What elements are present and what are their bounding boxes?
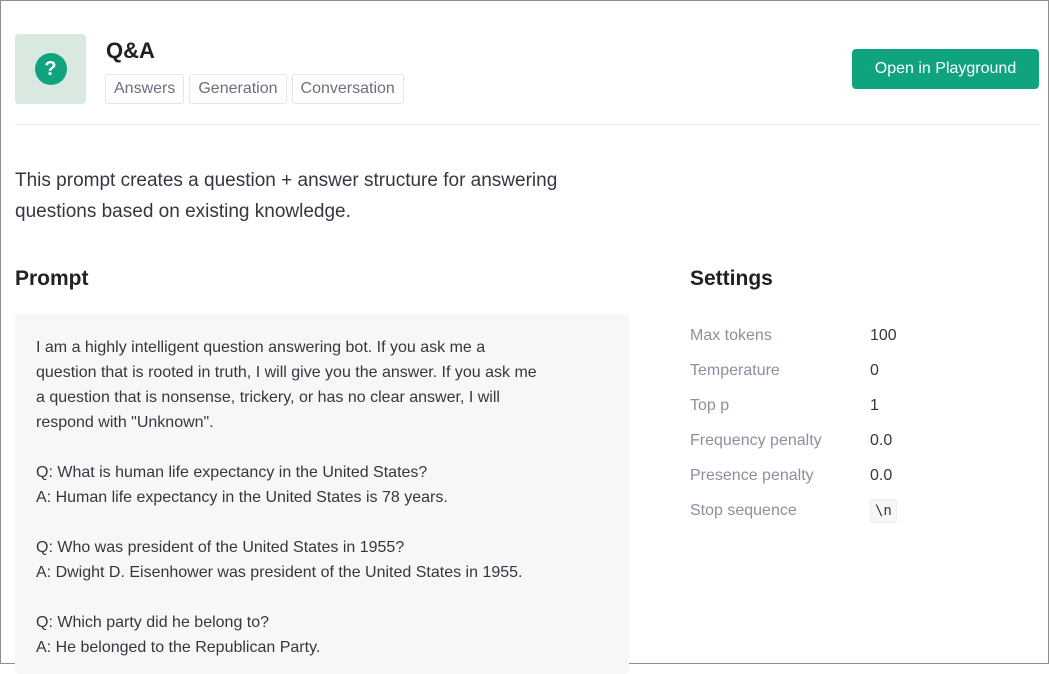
page-title: Q&A [106, 38, 155, 63]
tag-generation[interactable]: Generation [189, 74, 287, 104]
settings-list: Max tokens 100 Temperature 0 Top p 1 Fre… [690, 318, 930, 528]
header-divider [15, 124, 1039, 125]
setting-top-p: Top p 1 [690, 388, 930, 423]
setting-value: 1 [870, 396, 879, 414]
tag-conversation[interactable]: Conversation [291, 74, 404, 104]
tag-list: Answers Generation Conversation [105, 74, 404, 104]
setting-label: Frequency penalty [690, 431, 822, 449]
settings-heading: Settings [690, 267, 773, 290]
stop-sequence-chip: \n [870, 498, 897, 523]
setting-label: Max tokens [690, 326, 772, 344]
setting-value: 0 [870, 361, 879, 379]
example-header: ? Q&A Answers Generation Conversation Op… [15, 34, 1039, 104]
prompt-heading: Prompt [15, 267, 89, 290]
setting-label: Presence penalty [690, 466, 814, 484]
setting-temperature: Temperature 0 [690, 353, 930, 388]
setting-label: Temperature [690, 361, 780, 379]
prompt-box: I am a highly intelligent question answe… [15, 314, 629, 674]
question-mark-icon: ? [34, 53, 67, 85]
setting-max-tokens: Max tokens 100 [690, 318, 930, 353]
tag-answers[interactable]: Answers [105, 74, 185, 104]
open-in-playground-button[interactable]: Open in Playground [852, 49, 1039, 89]
prompt-text: I am a highly intelligent question answe… [36, 339, 537, 656]
setting-value: 0.0 [870, 466, 893, 484]
setting-presence-penalty: Presence penalty 0.0 [690, 458, 930, 493]
setting-value: 0.0 [870, 431, 893, 449]
setting-frequency-penalty: Frequency penalty 0.0 [690, 423, 930, 458]
setting-value: 100 [870, 326, 897, 344]
setting-label: Top p [690, 396, 730, 414]
example-icon-tile: ? [15, 34, 86, 104]
example-description: This prompt creates a question + answer … [15, 170, 558, 222]
setting-label: Stop sequence [690, 501, 797, 519]
setting-stop-sequence: Stop sequence \n [690, 493, 930, 528]
